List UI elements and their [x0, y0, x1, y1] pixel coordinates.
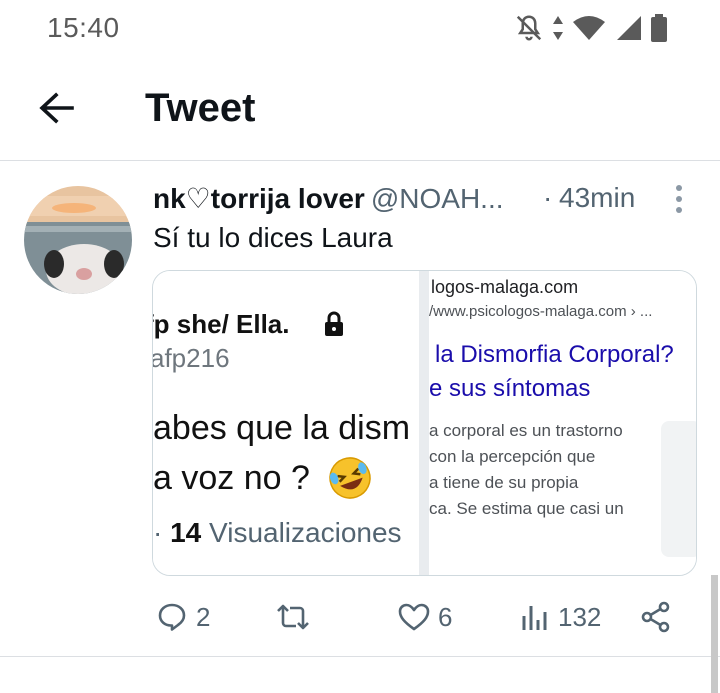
more-options-icon[interactable]: [673, 184, 685, 214]
reply-button[interactable]: 2: [156, 595, 210, 639]
top-app-bar: Tweet: [0, 60, 720, 160]
separator-dot: ·: [543, 182, 553, 213]
bell-off-icon: [516, 15, 542, 41]
search-result-snippet: ca. Se estima que casi un: [429, 499, 624, 518]
media-image-right[interactable]: logos-malaga.com /www.psicologos-malaga.…: [429, 271, 696, 575]
analytics-icon: [522, 606, 547, 630]
avatar-image: [24, 186, 132, 294]
laughing-emoji-icon: [329, 457, 371, 499]
arrow-left-icon[interactable]: [36, 88, 76, 128]
tweet-time: 43min: [559, 182, 636, 213]
status-bar: 15:40: [0, 0, 720, 58]
tweet-media[interactable]: fp she/ Ella. afp216 abes que la dism a …: [152, 270, 697, 576]
battery-icon: [651, 14, 667, 42]
views-count: 132: [558, 601, 602, 632]
data-arrows-icon: [553, 16, 563, 40]
status-icons: [514, 12, 668, 44]
retweet-icon: [277, 604, 309, 630]
embedded-views: · 14 Visualizaciones: [153, 517, 402, 548]
search-result-url: /www.psicologos-malaga.com › ...: [429, 303, 653, 320]
tweet-text: Sí tu lo dices Laura: [153, 222, 393, 253]
embedded-name: fp she/ Ella.: [153, 309, 290, 339]
reply-count: 2: [196, 601, 211, 632]
search-result-snippet: a tiene de su propia: [429, 473, 579, 492]
search-result-snippet: a corporal es un trastorno: [429, 421, 623, 440]
header-divider: [0, 160, 720, 161]
reply-icon: [158, 603, 186, 631]
search-result-site: logos-malaga.com: [431, 277, 579, 297]
tweet-actions: 2 6 132: [0, 595, 720, 639]
search-result-thumbnail: [661, 421, 696, 557]
embedded-text-line2: a voz no ?: [153, 459, 310, 497]
embedded-text-line1: abes que la dism: [153, 409, 411, 447]
tweet-header: nk♡torrija lover @NOAH... · 43min: [153, 182, 693, 216]
display-name[interactable]: nk♡torrija lover: [153, 183, 365, 214]
scrollbar[interactable]: [711, 575, 718, 693]
avatar[interactable]: [24, 186, 132, 294]
heart-icon: [398, 603, 430, 631]
media-image-left[interactable]: fp she/ Ella. afp216 abes que la dism a …: [153, 271, 419, 575]
retweet-button[interactable]: [274, 595, 312, 639]
like-count: 6: [438, 601, 453, 632]
wifi-icon: [573, 16, 605, 40]
signal-icon: [617, 16, 641, 40]
page-title: Tweet: [145, 86, 256, 130]
share-icon: [641, 601, 670, 633]
like-button[interactable]: 6: [398, 595, 452, 639]
embedded-handle: afp216: [153, 343, 230, 373]
share-button[interactable]: [640, 595, 672, 639]
views-button[interactable]: 132: [520, 595, 601, 639]
media-separator: [419, 271, 429, 575]
tweet-divider: [0, 656, 720, 657]
user-handle[interactable]: @NOAH...: [371, 183, 504, 214]
status-time: 15:40: [47, 12, 120, 43]
search-result-snippet: con la percepción que: [429, 447, 596, 466]
search-result-title-line1: la Dismorfia Corporal?: [435, 341, 674, 368]
search-result-title-line2: e sus síntomas: [429, 375, 591, 402]
lock-icon: [325, 311, 343, 336]
